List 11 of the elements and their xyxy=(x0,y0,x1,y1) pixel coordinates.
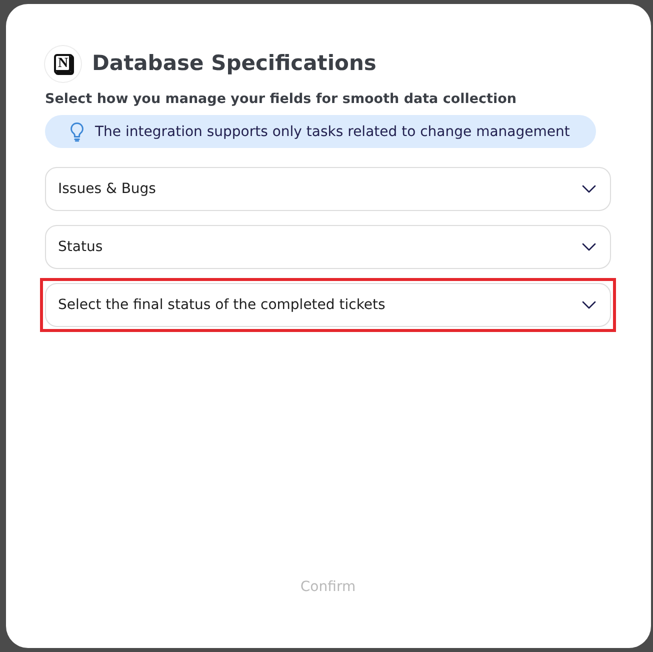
dialog-title: Database Specifications xyxy=(92,51,376,77)
chevron-down-icon xyxy=(582,301,596,309)
logo-icon: N xyxy=(45,46,81,82)
select-dropdown[interactable]: Status xyxy=(45,225,611,269)
info-text: The integration supports only tasks related to change management xyxy=(95,124,570,140)
select-dropdown[interactable]: Select the final status of the completed tickets xyxy=(45,283,611,327)
select-dropdown[interactable]: Issues & Bugs xyxy=(45,167,611,211)
chevron-down-icon xyxy=(582,243,596,251)
chevron-down-icon xyxy=(582,185,596,193)
dialog-subtitle: Select how you manage your fields for smooth data collection xyxy=(45,91,518,107)
lightbulb-icon xyxy=(70,122,84,142)
